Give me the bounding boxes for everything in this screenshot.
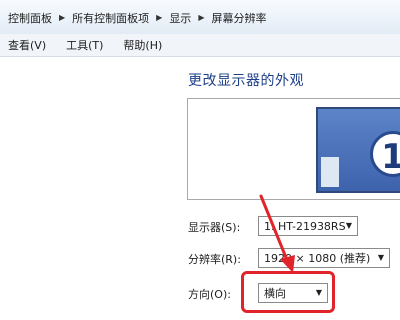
annotation-arrow-icon	[259, 194, 295, 273]
